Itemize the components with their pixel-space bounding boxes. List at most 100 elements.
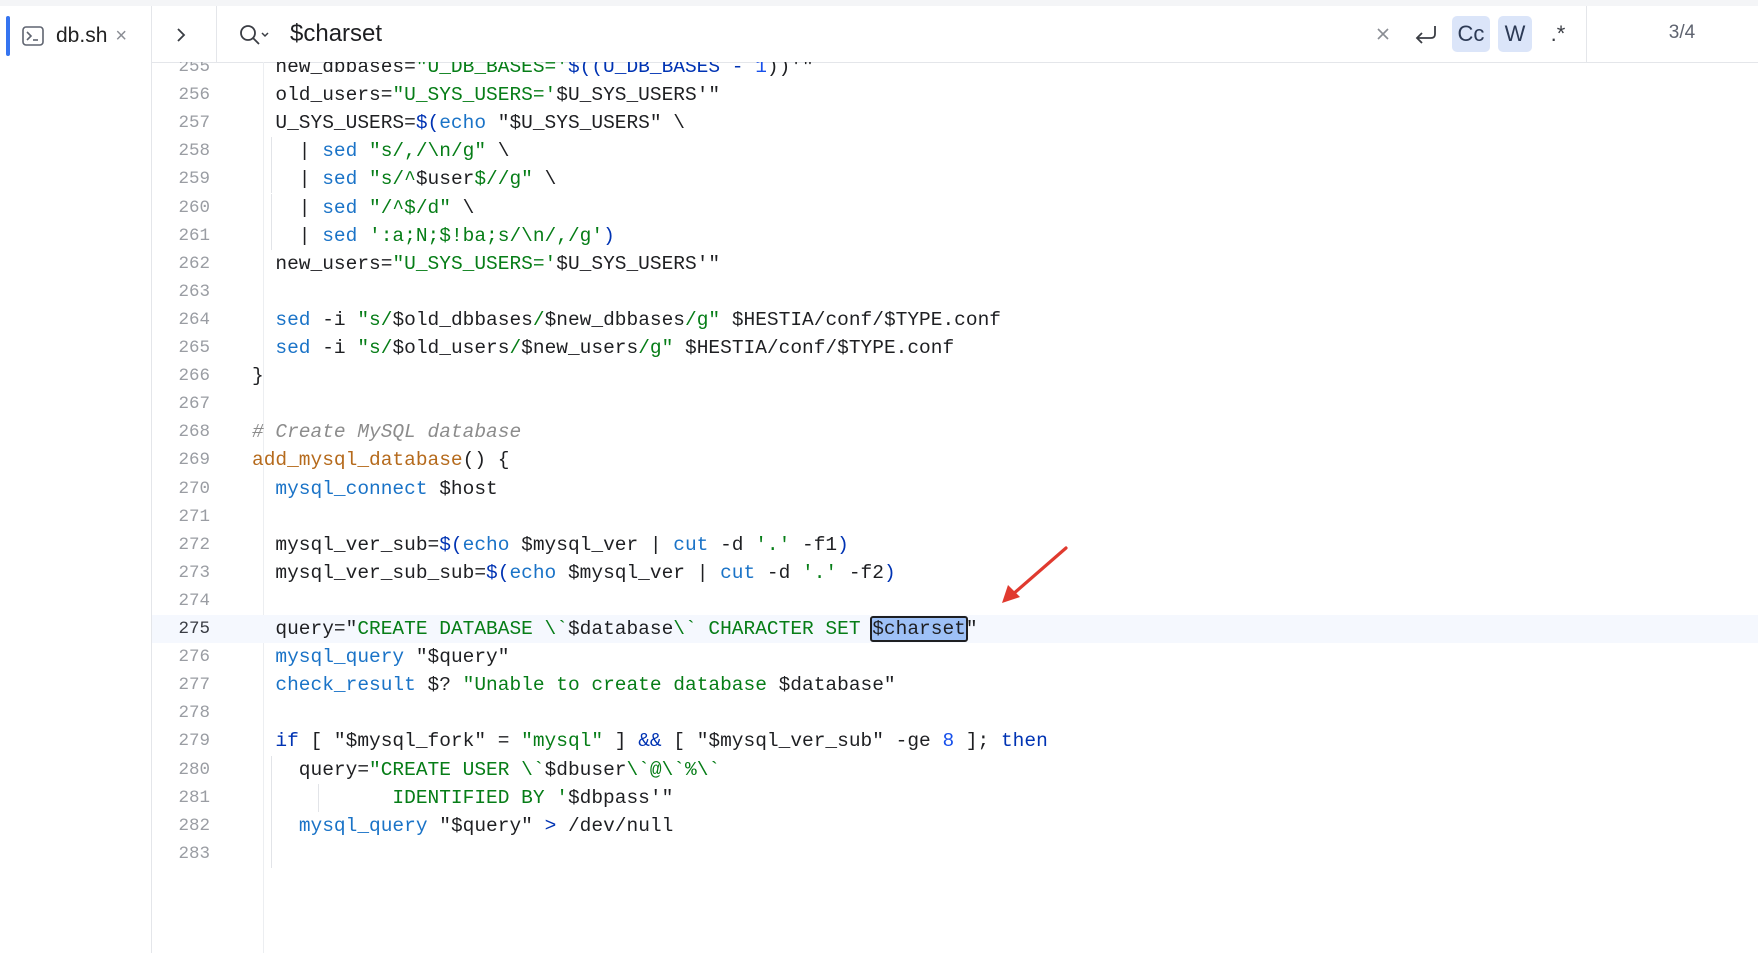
code-token: $new_dbbases xyxy=(544,308,686,331)
code-token: ] xyxy=(603,730,639,753)
close-icon[interactable]: × xyxy=(115,26,127,46)
line-number: 266 xyxy=(178,366,210,387)
code-token: query=" xyxy=(252,618,358,640)
line-number: 263 xyxy=(178,281,210,302)
code-line[interactable]: 274 xyxy=(152,587,1758,615)
code-token: "s/^ xyxy=(369,168,416,191)
code-token: "$query" xyxy=(404,646,510,669)
code-token: ]; xyxy=(954,730,1001,753)
code-line[interactable]: 281 IDENTIFIED BY '$dbpass'" xyxy=(152,783,1758,812)
code-token: | xyxy=(252,140,323,163)
code-line[interactable]: 277 check_result $? "Unable to create da… xyxy=(152,671,1758,699)
code-line[interactable]: 278 xyxy=(152,699,1758,727)
line-number: 283 xyxy=(178,843,210,864)
code-token: mysql_connect xyxy=(275,477,428,500)
chevron-right-icon[interactable] xyxy=(166,20,196,50)
code-token: "U_SYS_USERS=' xyxy=(392,252,557,275)
code-line[interactable]: 269 add_mysql_database() { xyxy=(152,446,1758,474)
code-line[interactable]: 259 | sed "s/^$user$//g" \ xyxy=(152,165,1758,194)
code-token: sed xyxy=(322,196,370,219)
code-line[interactable]: 273 mysql_ver_sub_sub=$(echo $mysql_ver … xyxy=(152,559,1758,587)
code-line[interactable]: 280 query="CREATE USER \`$dbuser\`@\`%\` xyxy=(152,755,1758,784)
search-icon[interactable] xyxy=(238,20,278,50)
code-token: check_result xyxy=(275,674,416,697)
code-token: old_users= xyxy=(252,84,393,107)
line-number: 259 xyxy=(178,169,210,190)
code-text: sed -i "s/$old_dbbases/$new_dbbases/g" $… xyxy=(252,306,1001,334)
clear-icon[interactable] xyxy=(1368,16,1398,52)
code-token: / xyxy=(532,308,545,331)
line-number: 276 xyxy=(178,647,210,668)
code-line[interactable]: 255 new_dbbases="U_DB_BASES='$((U_DB_BAS… xyxy=(152,62,1758,81)
code-token: -d xyxy=(708,533,756,556)
code-line[interactable]: 258 | sed "s/,/\n/g" \ xyxy=(152,137,1758,166)
code-line[interactable]: 271 xyxy=(152,503,1758,531)
code-text: mysql_connect $host xyxy=(252,475,497,503)
tab-db-sh[interactable]: db.sh × xyxy=(14,16,144,56)
code-text: # Create MySQL database xyxy=(252,418,521,446)
code-line[interactable]: 256 old_users="U_SYS_USERS='$U_SYS_USERS… xyxy=(152,81,1758,109)
whole-word-icon[interactable]: W xyxy=(1498,16,1532,52)
code-token: "$U_SYS_USERS" \ xyxy=(497,112,685,135)
code-line[interactable]: 260 | sed "/^$/d" \ xyxy=(152,193,1758,222)
code-line[interactable]: 257 U_SYS_USERS=$(echo "$U_SYS_USERS" \ xyxy=(152,109,1758,137)
code-token: ':a;N;$!ba;s/\n/,/g' xyxy=(369,224,604,247)
code-token: then xyxy=(1000,730,1048,753)
line-number: 257 xyxy=(178,113,210,134)
code-token: $//g" xyxy=(474,168,533,191)
code-token: query= xyxy=(252,758,370,781)
code-text: new_dbbases="U_DB_BASES='$((U_DB_BASES -… xyxy=(252,62,813,81)
code-token: "s/,/\n/g" xyxy=(369,140,487,163)
line-number: 264 xyxy=(178,309,210,330)
case-sensitive-icon[interactable]: Cc xyxy=(1452,16,1490,52)
code-text: | sed "s/,/\n/g" \ xyxy=(252,137,510,165)
code-line[interactable]: 283 xyxy=(152,839,1758,868)
code-line[interactable]: 262 new_users="U_SYS_USERS='$U_SYS_USERS… xyxy=(152,250,1758,278)
code-token: \ xyxy=(486,140,510,163)
code-token: $( xyxy=(486,561,510,584)
code-line[interactable]: 265 sed -i "s/$old_users/$new_users/g" $… xyxy=(152,334,1758,362)
code-token: $new_users xyxy=(521,337,639,359)
code-editor[interactable]: 255 new_dbbases="U_DB_BASES='$((U_DB_BAS… xyxy=(152,62,1758,953)
code-line[interactable]: 263 xyxy=(152,278,1758,306)
code-token: | xyxy=(252,224,323,247)
code-token: sed xyxy=(322,224,370,247)
line-number: 273 xyxy=(178,562,210,583)
code-line[interactable]: 267 xyxy=(152,390,1758,418)
code-line[interactable]: 279 if [ "$mysql_fork" = "mysql" ] && [ … xyxy=(152,727,1758,755)
code-text: | sed "s/^$user$//g" \ xyxy=(252,165,556,193)
code-text: U_SYS_USERS=$(echo "$U_SYS_USERS" \ xyxy=(252,109,685,137)
regex-icon[interactable]: .* xyxy=(1540,16,1576,52)
code-line[interactable]: 276 mysql_query "$query" xyxy=(152,643,1758,671)
code-token: add_mysql_database xyxy=(252,449,463,472)
code-text: mysql_query "$query" xyxy=(252,643,509,671)
code-text: } xyxy=(252,362,264,390)
code-line[interactable]: 268 # Create MySQL database xyxy=(152,418,1758,446)
code-token: /g" xyxy=(638,337,674,359)
line-number: 262 xyxy=(178,253,210,274)
code-token: -f1 xyxy=(790,533,838,556)
line-number: 269 xyxy=(178,450,210,471)
code-line[interactable]: 275 query="CREATE DATABASE \`$database\`… xyxy=(152,615,1758,643)
code-line[interactable]: 266} xyxy=(152,362,1758,390)
active-tab-indicator xyxy=(6,16,10,56)
code-line[interactable]: 264 sed -i "s/$old_dbbases/$new_dbbases/… xyxy=(152,306,1758,334)
code-line[interactable]: 270 mysql_connect $host xyxy=(152,475,1758,503)
line-number: 267 xyxy=(178,394,210,415)
search-match-highlight: $charset xyxy=(870,616,968,642)
code-line[interactable]: 272 mysql_ver_sub=$(echo $mysql_ver | cu… xyxy=(152,531,1758,559)
code-token: new_dbbases= xyxy=(252,62,416,78)
code-line[interactable]: 261 | sed ':a;N;$!ba;s/\n/,/g') xyxy=(152,221,1758,250)
code-token: [ "$mysql_ver_sub" -ge xyxy=(661,730,943,753)
code-token: IDENTIFIED BY ' xyxy=(252,786,568,809)
search-input[interactable] xyxy=(290,16,1490,52)
replace-icon[interactable] xyxy=(1408,16,1444,52)
code-token: mysql_query xyxy=(275,646,405,669)
code-line[interactable]: 282 mysql_query "$query" > /dev/null xyxy=(152,811,1758,840)
code-token: () { xyxy=(462,449,510,472)
code-token: cut xyxy=(720,561,756,584)
code-token: sed xyxy=(275,337,311,359)
